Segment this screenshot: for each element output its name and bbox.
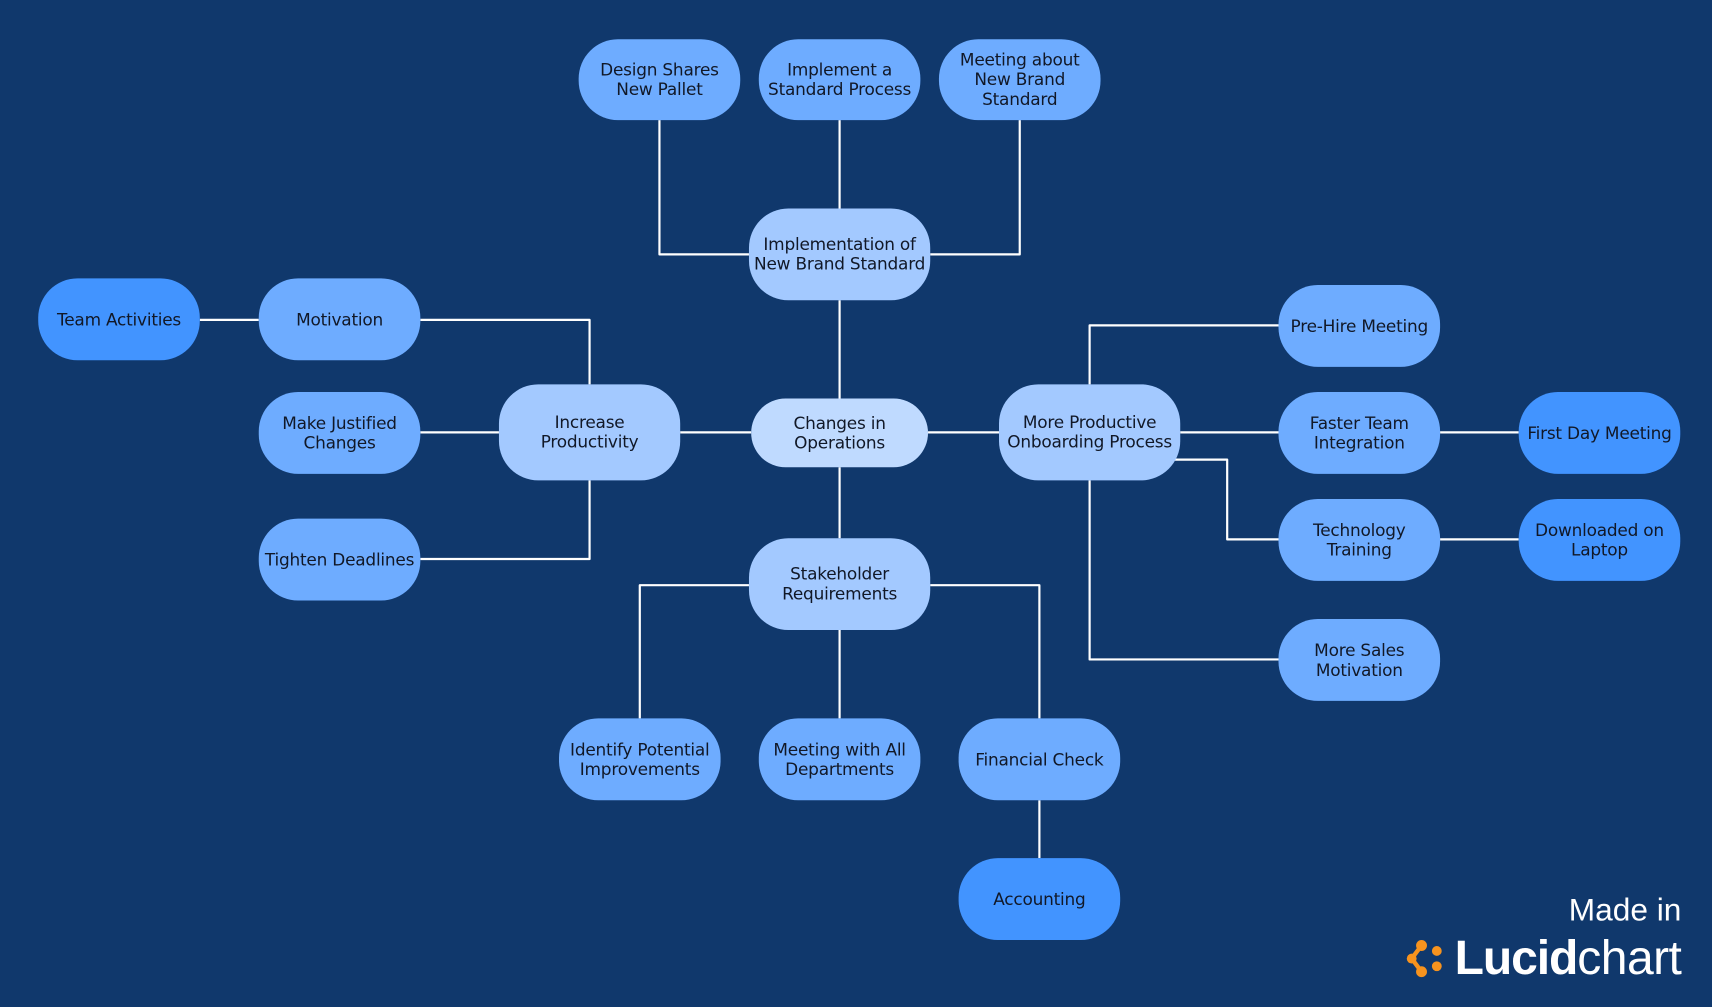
node-increase-productivity[interactable]: Increase Productivity xyxy=(498,384,681,481)
node-first-day-meeting[interactable]: First Day Meeting xyxy=(1518,391,1681,474)
node-more-productive-onboarding-process[interactable]: More Productive Onboarding Process xyxy=(998,384,1181,481)
connector-onboarding-prehire xyxy=(1088,324,1279,385)
node-implement-standard-process[interactable]: Implement a Standard Process xyxy=(758,39,921,121)
node-downloaded-on-laptop[interactable]: Downloaded on Laptop xyxy=(1518,498,1681,581)
connector-productivity-deadlines xyxy=(420,480,591,561)
connector-impl_brand-meet_brand xyxy=(930,120,1021,256)
node-meeting-about-new-brand-standard[interactable]: Meeting about New Brand Standard xyxy=(938,39,1101,121)
connector-onboarding-sales_motiv xyxy=(1088,480,1279,661)
node-accounting[interactable]: Accounting xyxy=(958,858,1121,941)
node-technology-training[interactable]: Technology Training xyxy=(1278,498,1441,581)
node-pre-hire-meeting[interactable]: Pre-Hire Meeting xyxy=(1278,284,1441,367)
node-faster-team-integration[interactable]: Faster Team Integration xyxy=(1278,391,1441,474)
node-meeting-with-all-departments[interactable]: Meeting with All Departments xyxy=(758,718,921,801)
connector-productivity-motivation xyxy=(420,318,591,385)
diagram-canvas: Changes in Operations Implementation of … xyxy=(0,0,1712,1007)
connector-onboarding-tech_training xyxy=(1171,458,1279,541)
node-changes-in-operations[interactable]: Changes in Operations xyxy=(751,398,929,468)
node-make-justified-changes[interactable]: Make Justified Changes xyxy=(258,391,421,474)
connector-layer xyxy=(199,120,1519,859)
node-identify-potential-improvements[interactable]: Identify Potential Improvements xyxy=(559,718,721,801)
connector-stakeholder-identify xyxy=(638,584,749,719)
node-more-sales-motivation[interactable]: More Sales Motivation xyxy=(1278,619,1441,701)
node-tighten-deadlines[interactable]: Tighten Deadlines xyxy=(258,518,421,601)
node-stakeholder-requirements[interactable]: Stakeholder Requirements xyxy=(748,538,931,630)
node-motivation[interactable]: Motivation xyxy=(258,278,421,361)
brand-chart-text: chart xyxy=(1577,931,1682,985)
brand-lucid-text: Lucid xyxy=(1454,931,1579,985)
node-financial-check[interactable]: Financial Check xyxy=(958,718,1121,801)
made-in-lucidchart-badge[interactable]: Made in Lucid chart xyxy=(1407,893,1682,983)
lucidchart-logo-icon xyxy=(1407,940,1443,978)
lucidchart-logo: Lucid chart xyxy=(1407,931,1682,985)
made-in-label: Made in xyxy=(1568,893,1682,929)
node-design-shares-new-pallet[interactable]: Design Shares New Pallet xyxy=(578,39,741,121)
node-implementation-of-new-brand-standard[interactable]: Implementation of New Brand Standard xyxy=(748,208,931,301)
connector-stakeholder-financial xyxy=(930,584,1041,719)
connector-impl_brand-design_pallet xyxy=(658,120,749,256)
node-team-activities[interactable]: Team Activities xyxy=(38,278,200,361)
